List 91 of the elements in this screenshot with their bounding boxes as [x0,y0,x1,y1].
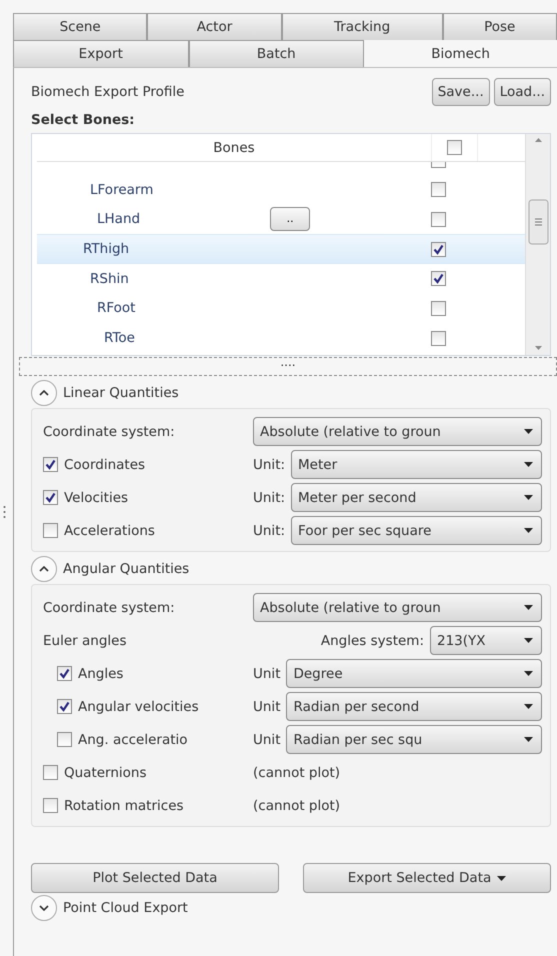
checkbox[interactable] [57,699,72,714]
tab[interactable]: Actor [147,13,282,40]
tree-item-label: LHand [96,210,140,230]
column-header: Bones [212,139,256,158]
unit-label: Unit: [253,456,286,475]
checkbox[interactable] [447,140,462,156]
caret-icon [524,605,533,610]
caret-icon [524,462,533,468]
tree-row[interactable]: LHand .. [37,204,525,234]
tree-item-label: RToe [103,329,135,348]
expand-toggle[interactable] [31,556,57,582]
checkbox[interactable] [57,732,72,748]
dropdown[interactable]: Foor per sec square [291,516,542,546]
expand-toggle[interactable] [31,380,57,406]
unit-label: Unit: [253,488,286,508]
field-label: Coordinate system: [43,598,176,618]
tab[interactable]: Tracking [282,13,442,40]
splitter[interactable]: .... [19,357,557,376]
caret-icon [524,671,533,676]
checkbox-label: Angles [78,664,124,684]
dropdown[interactable]: Degree [286,659,542,688]
expand-toggle[interactable] [31,895,57,922]
dropdown[interactable]: Radian per sec squ [286,725,542,754]
tree-row[interactable]: RFoot [37,294,525,324]
tree-item-label: LForearm [89,180,154,200]
section-title: Angular Quantities [63,560,190,580]
profile-button[interactable]: Load... [494,78,551,106]
ellipsis-button[interactable]: .. [270,207,310,232]
checkbox-label: Angular velocities [78,698,199,717]
dropdown[interactable]: Absolute (relative to groun [253,417,542,446]
checkbox[interactable] [431,301,446,316]
checkbox[interactable] [431,212,446,227]
checkbox[interactable] [431,242,446,257]
tree-item-label: RFoot [96,299,136,318]
tab[interactable]: Export [13,40,189,67]
caret-icon [524,704,533,710]
tree-row[interactable]: LForearm [37,174,525,205]
caret-icon [524,429,533,434]
tree-row[interactable]: RThigh [37,234,525,264]
tab[interactable]: Scene [13,13,148,40]
section-title: Point Cloud Export [63,899,188,918]
checkbox[interactable] [43,798,58,814]
tree-item-label: RShin [89,270,129,289]
section-heading: Select Bones: [31,111,136,130]
checkbox[interactable] [57,666,72,682]
action-button[interactable]: Export Selected Data [303,863,551,894]
checkbox[interactable] [43,523,58,538]
caret-icon [524,528,533,534]
caret-icon [524,737,533,742]
checkbox-label: Velocities [64,488,128,508]
scrollbar[interactable] [525,134,550,356]
unit-label: Unit: [253,522,286,541]
tab[interactable]: Pose [442,13,557,40]
caret-icon [524,638,533,644]
section-title: Linear Quantities [63,384,179,404]
action-button[interactable]: Plot Selected Data [31,863,279,894]
caret-icon [524,495,533,500]
checkbox-label: Ang. acceleratio [78,730,188,750]
checkbox-label: Rotation matrices [64,796,184,816]
field-label: Coordinate system: [43,422,176,442]
checkbox-label: Quaternions [64,764,147,783]
note-text: (cannot plot) [253,796,340,816]
chevron-down-icon [39,905,49,912]
dropdown[interactable]: Meter per second [291,483,542,512]
field-label: Euler angles [43,632,128,651]
profile-button[interactable]: Save... [432,78,490,106]
profile-label: Biomech Export Profile [31,82,184,102]
unit-label: Unit [253,698,280,717]
checkbox[interactable] [43,490,58,506]
dropdown[interactable]: Absolute (relative to groun [253,593,542,622]
dropdown[interactable]: Radian per second [286,692,542,722]
dropdown[interactable]: Meter [291,450,542,480]
checkbox-label: Accelerations [64,522,155,541]
chevron-up-icon [39,566,49,572]
checkbox[interactable] [431,330,446,346]
dropdown[interactable]: 213(YX [430,626,542,656]
note-text: (cannot plot) [253,764,340,783]
checkbox[interactable] [431,182,446,198]
field-label: Angles system: [320,632,424,651]
tab[interactable]: Batch [188,40,364,67]
chevron-up-icon [39,390,49,396]
tree-item-label: RThigh [82,240,130,260]
checkbox-label: Coordinates [64,456,146,475]
unit-label: Unit [253,664,280,684]
checkbox[interactable] [43,457,58,472]
tree-row[interactable]: RToe [37,323,525,354]
tree-row[interactable]: RShin [37,264,525,294]
checkbox[interactable] [43,765,58,780]
grip-icon [3,505,6,519]
unit-label: Unit [253,730,280,750]
checkbox[interactable] [431,271,446,286]
